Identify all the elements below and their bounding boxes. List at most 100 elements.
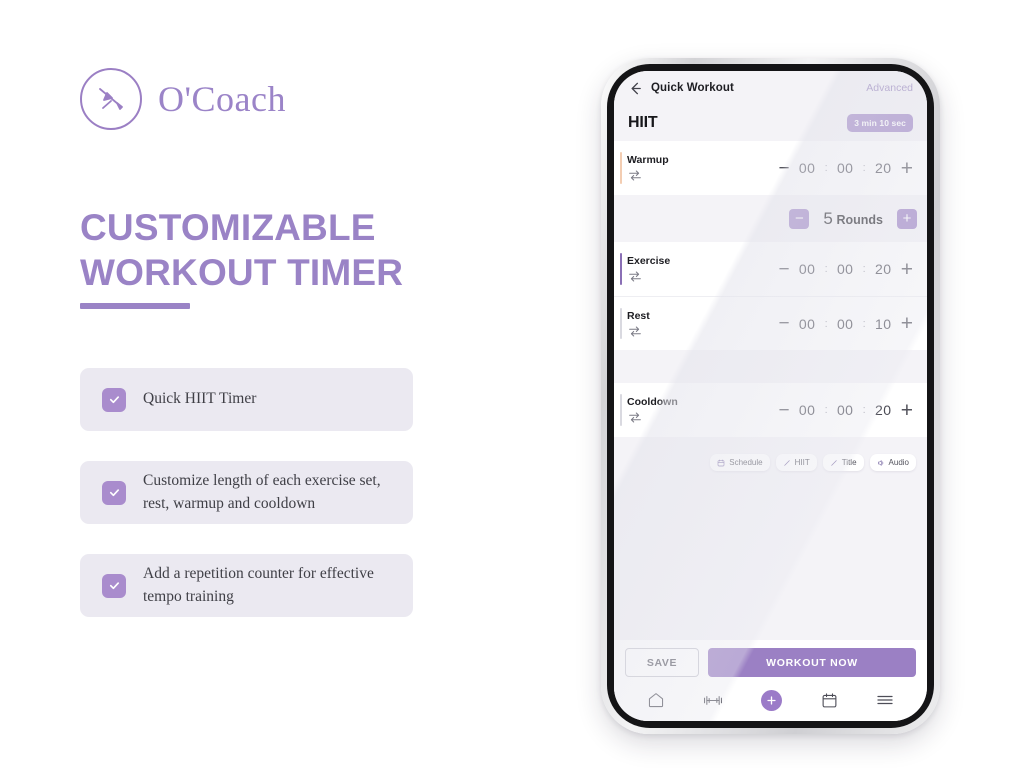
- nav-menu-button[interactable]: [876, 693, 894, 707]
- headline-line-1: CUSTOMIZABLE: [80, 207, 376, 248]
- app-footer-actions: SAVE WORKOUT NOW: [614, 640, 927, 683]
- back-arrow-icon[interactable]: [628, 81, 651, 96]
- feature-text: Quick HIIT Timer: [143, 390, 257, 408]
- headline-line-2: WORKOUT TIMER: [80, 252, 404, 294]
- rounds-increment-button[interactable]: +: [897, 208, 917, 229]
- rounds-count: 5: [823, 208, 833, 228]
- time-separator: :: [862, 162, 866, 174]
- decrement-button[interactable]: −: [779, 401, 790, 420]
- feature-text: Customize length of each exercise set, r…: [143, 472, 381, 512]
- calendar-icon: [717, 459, 725, 467]
- increment-button[interactable]: +: [901, 313, 913, 334]
- left-content-panel: O'Coach CUSTOMIZABLE WORKOUT TIMER Quick…: [0, 0, 560, 768]
- app-topbar: Quick Workout Advanced: [614, 71, 927, 105]
- feature-list: Quick HIIT Timer Customize length of eac…: [80, 368, 413, 647]
- time-separator: :: [862, 404, 866, 416]
- repeat-icon[interactable]: [627, 411, 678, 424]
- brand-name: O'Coach: [158, 79, 286, 119]
- nav-home-button[interactable]: [647, 691, 665, 709]
- nav-workouts-button[interactable]: [703, 693, 723, 708]
- time-separator: :: [824, 404, 828, 416]
- status-badge: 3 min 10 sec: [847, 114, 913, 132]
- coach-whistle-icon: [80, 68, 142, 130]
- segment-label: Rest: [627, 309, 650, 322]
- segment-label: Warmup: [627, 154, 669, 166]
- bottom-navigation: [614, 683, 927, 721]
- segment-row-rest[interactable]: Rest − 00 : 00: 10 +: [614, 296, 927, 350]
- seconds-value[interactable]: 20: [873, 261, 894, 277]
- segment-row-exercise[interactable]: Exercise − 00: 00: 20 +: [614, 242, 927, 296]
- hours-value[interactable]: 00: [797, 316, 818, 332]
- brand-logo: O'Coach: [80, 68, 286, 130]
- pencil-icon: [830, 459, 838, 467]
- decrement-button[interactable]: −: [779, 159, 790, 178]
- pencil-icon: [783, 459, 791, 467]
- segment-row-warmup[interactable]: Warmup − 00 : 00: 20 +: [614, 141, 927, 195]
- increment-button[interactable]: +: [901, 259, 913, 280]
- segment-accent-bar: [620, 394, 622, 426]
- quick-action-chips: Schedule HIIT Title Audio: [614, 437, 927, 471]
- slide-root: O'Coach CUSTOMIZABLE WORKOUT TIMER Quick…: [0, 0, 1024, 768]
- workout-header: HIIT 3 min 10 sec: [614, 105, 927, 141]
- chip-schedule[interactable]: Schedule: [710, 454, 770, 471]
- duration-stepper: − 00 : 00 : 10 +: [779, 313, 918, 334]
- check-icon: [102, 387, 126, 412]
- duration-stepper: − 00 : 00 : 20 +: [779, 158, 918, 179]
- feature-text: Add a repetition counter for effective t…: [143, 565, 374, 605]
- decrement-button[interactable]: −: [779, 314, 790, 333]
- time-separator: :: [862, 263, 866, 275]
- increment-button[interactable]: +: [901, 400, 913, 421]
- repeat-icon[interactable]: [627, 270, 670, 283]
- increment-button[interactable]: +: [901, 158, 913, 179]
- rounds-unit-label: Rounds: [836, 212, 883, 227]
- repeat-icon[interactable]: [627, 325, 650, 338]
- seconds-value[interactable]: 20: [873, 160, 894, 176]
- segment-gap: [614, 350, 927, 383]
- time-separator: :: [862, 317, 866, 330]
- segment-accent-bar: [620, 152, 622, 184]
- seconds-value[interactable]: 20: [873, 402, 894, 418]
- hours-value[interactable]: 00: [797, 402, 818, 418]
- chip-hiit[interactable]: HIIT: [775, 454, 817, 471]
- rounds-value: 5 Rounds: [823, 209, 883, 229]
- hours-value[interactable]: 00: [797, 261, 818, 277]
- decrement-button[interactable]: −: [779, 260, 790, 279]
- dumbbell-icon: [703, 693, 723, 708]
- workout-name: HIIT: [628, 114, 658, 131]
- minutes-value[interactable]: 00: [835, 316, 856, 332]
- check-icon: [102, 480, 126, 505]
- segment-row-cooldown[interactable]: Cooldown − 00: 00: 20 +: [614, 383, 927, 437]
- segment-info: Exercise: [627, 255, 670, 283]
- check-icon: [102, 573, 126, 598]
- nav-calendar-button[interactable]: [821, 692, 838, 709]
- segment-info: Warmup: [627, 154, 669, 182]
- duration-stepper: − 00 : 00 : 20 +: [779, 259, 918, 280]
- save-button[interactable]: SAVE: [625, 648, 699, 677]
- segment-label: Cooldown: [627, 396, 678, 408]
- rounds-decrement-button[interactable]: −: [789, 208, 810, 229]
- chip-label: HIIT: [794, 458, 810, 467]
- advanced-link[interactable]: Advanced: [866, 82, 913, 94]
- chip-title[interactable]: Title: [822, 454, 864, 471]
- minutes-value[interactable]: 00: [835, 261, 856, 277]
- rounds-row: − 5 Rounds +: [614, 195, 927, 242]
- repeat-icon[interactable]: [627, 169, 669, 182]
- minutes-value[interactable]: 00: [835, 402, 856, 418]
- headline-underline: [80, 303, 190, 310]
- chip-label: Schedule: [729, 458, 763, 467]
- chip-audio[interactable]: Audio: [869, 454, 916, 471]
- segment-info: Cooldown: [627, 396, 678, 424]
- workout-segments-list: Warmup − 00 : 00: 20 + − 5 Rounds + Exe…: [614, 141, 927, 640]
- workout-now-button[interactable]: WORKOUT NOW: [708, 648, 916, 677]
- phone-screen: Quick Workout Advanced HIIT 3 min 10 sec…: [614, 71, 927, 721]
- time-separator: :: [824, 162, 828, 174]
- minutes-value[interactable]: 00: [835, 160, 856, 176]
- nav-add-button[interactable]: [761, 689, 783, 711]
- segment-info: Rest: [627, 310, 650, 338]
- hours-value[interactable]: 00: [797, 160, 818, 176]
- chip-label: Audio: [888, 458, 909, 467]
- home-icon: [647, 691, 665, 709]
- list-item: Add a repetition counter for effective t…: [80, 554, 413, 617]
- seconds-value[interactable]: 10: [873, 316, 894, 332]
- rounds-stepper: − 5 Rounds +: [789, 208, 917, 229]
